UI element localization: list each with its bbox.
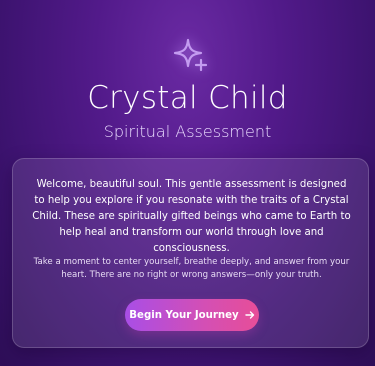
page-subtitle: Spiritual Assessment bbox=[103, 122, 272, 141]
begin-journey-label: Begin Your Journey bbox=[129, 309, 239, 321]
arrow-right-icon bbox=[244, 310, 255, 320]
page-title: Crystal Child bbox=[87, 80, 288, 116]
begin-journey-button[interactable]: Begin Your Journey bbox=[125, 299, 259, 331]
instruction-text: Take a moment to center yourself, breath… bbox=[33, 257, 350, 280]
welcome-card: Welcome, beautiful soul. This gentle ass… bbox=[12, 158, 369, 348]
sparkles-icon bbox=[171, 36, 211, 76]
welcome-text: Welcome, beautiful soul. This gentle ass… bbox=[32, 179, 351, 254]
